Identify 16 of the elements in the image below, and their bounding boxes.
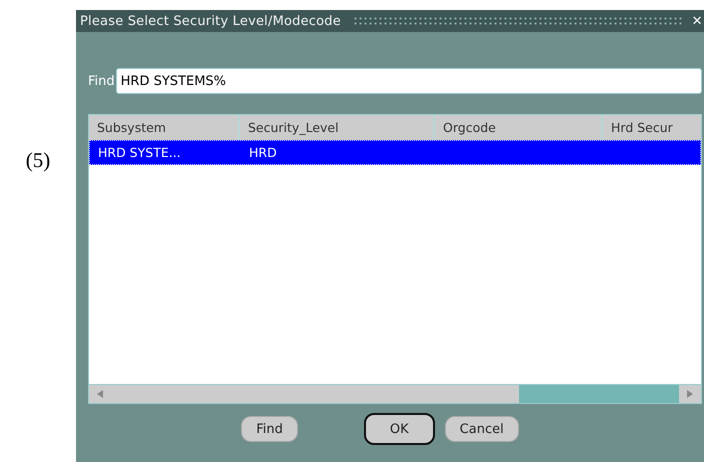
dialog-button[interactable]: Find — [241, 416, 298, 442]
scroll-thumb[interactable] — [519, 385, 679, 403]
scroll-left-icon[interactable] — [97, 390, 103, 398]
table-row[interactable]: HRD SYSTE... HRD — [89, 140, 701, 165]
dialog-button[interactable]: OK — [364, 413, 435, 445]
find-label: Find — [88, 74, 115, 88]
horizontal-scrollbar[interactable] — [89, 384, 701, 403]
dialog-button[interactable]: Cancel — [444, 416, 519, 442]
table-cell: HRD SYSTE... — [98, 145, 181, 160]
column-header[interactable]: Hrd Secur — [603, 115, 701, 140]
figure-label: (5) — [26, 148, 50, 173]
table-cell: HRD — [249, 145, 277, 160]
window-title: Please Select Security Level/Modecode — [80, 14, 341, 28]
close-button[interactable]: × — [690, 12, 704, 30]
find-field[interactable]: HRD SYSTEMS% — [116, 68, 702, 94]
scroll-right-icon[interactable] — [687, 390, 693, 398]
